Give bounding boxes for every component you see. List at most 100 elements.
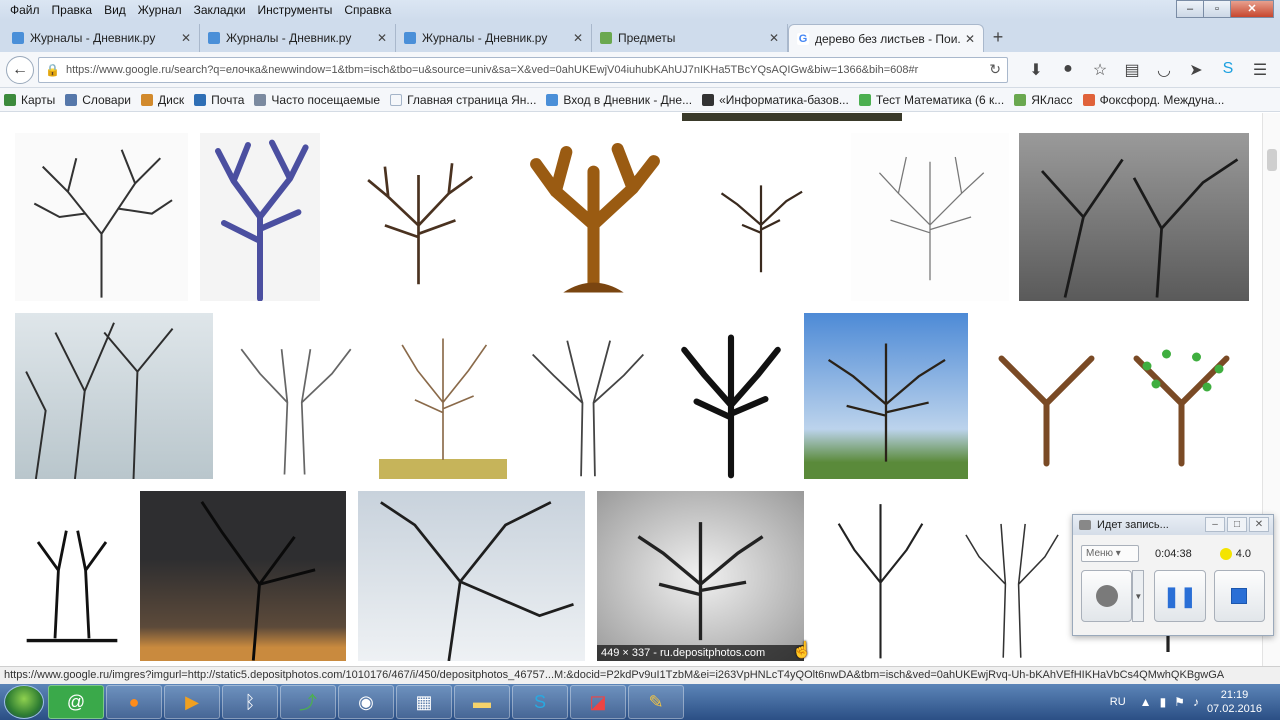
- image-result[interactable]: [851, 133, 1009, 301]
- image-result[interactable]: [379, 313, 507, 479]
- bookmark-foxford[interactable]: Фоксфорд. Междуна...: [1082, 93, 1224, 107]
- image-result[interactable]: [518, 133, 669, 301]
- chart-app-icon[interactable]: ⤴: [280, 685, 336, 719]
- image-result[interactable]: [815, 491, 946, 661]
- recorder-close-button[interactable]: ✕: [1249, 517, 1269, 532]
- recorder-menu-dropdown[interactable]: Меню ▾: [1081, 545, 1139, 562]
- scrollbar-thumb[interactable]: [1267, 149, 1277, 171]
- image-result[interactable]: [979, 318, 1249, 474]
- chat-icon[interactable]: ●: [1052, 60, 1084, 80]
- menu-bookmarks[interactable]: Закладки: [188, 3, 252, 17]
- wifi-icon[interactable]: ◉: [338, 685, 394, 719]
- image-result[interactable]: 449 × 337 - ru.depositphotos.com: [597, 491, 804, 661]
- recorder-minimize-button[interactable]: –: [1205, 517, 1225, 532]
- image-result[interactable]: [669, 313, 793, 479]
- start-button[interactable]: [4, 685, 44, 719]
- mail-agent-icon[interactable]: @: [48, 685, 104, 719]
- system-tray: RU ▲ ▮ ⚑ ♪ 21:19 07.02.2016: [1110, 684, 1280, 720]
- bookmark-yaklass[interactable]: ЯКласс: [1014, 93, 1073, 107]
- presentation-icon[interactable]: ◪: [570, 685, 626, 719]
- stop-button[interactable]: [1213, 570, 1265, 622]
- menu-help[interactable]: Справка: [338, 3, 397, 17]
- menu-view[interactable]: Вид: [98, 3, 132, 17]
- bookmark-informatika[interactable]: «Информатика-базов...: [702, 93, 849, 107]
- close-tab-icon[interactable]: ✕: [965, 32, 975, 46]
- image-result[interactable]: [15, 133, 188, 301]
- image-result[interactable]: [140, 491, 346, 661]
- bookmark-math-test[interactable]: Тест Математика (6 к...: [858, 93, 1004, 107]
- firefox-icon[interactable]: ●: [106, 685, 162, 719]
- recorder-maximize-button[interactable]: □: [1227, 517, 1247, 532]
- bookmark-star-icon[interactable]: ☆: [1084, 60, 1116, 80]
- url-text[interactable]: https://www.google.ru/search?q=елочка&ne…: [66, 64, 989, 76]
- image-result[interactable]: [682, 113, 902, 121]
- video-player-icon[interactable]: ▶: [164, 685, 220, 719]
- pocket-icon[interactable]: ◡: [1148, 60, 1180, 80]
- bookmark-label: Диск: [157, 92, 185, 107]
- tab-dnevnik-3[interactable]: Журналы - Дневник.ру ✕: [396, 24, 592, 52]
- bluetooth-icon[interactable]: ᛒ: [222, 685, 278, 719]
- send-icon[interactable]: ➤: [1180, 60, 1212, 80]
- back-button[interactable]: ←: [6, 55, 34, 84]
- bookmark-disk[interactable]: Диск: [140, 92, 185, 107]
- bookmark-dnevnik-login[interactable]: Вход в Дневник - Дне...: [546, 93, 692, 107]
- network-icon[interactable]: ▮: [1160, 695, 1167, 709]
- minimize-button[interactable]: ‒: [1176, 0, 1204, 18]
- tab-subjects[interactable]: Предметы ✕: [592, 24, 788, 52]
- image-result[interactable]: [15, 491, 129, 661]
- close-tab-icon[interactable]: ✕: [769, 31, 779, 45]
- image-result[interactable]: [15, 313, 213, 479]
- reload-icon[interactable]: ↻: [989, 61, 1001, 78]
- close-window-button[interactable]: ✕: [1230, 0, 1274, 18]
- paint-icon[interactable]: ✎: [628, 685, 684, 719]
- navigation-bar: ← 🔒 https://www.google.ru/search?q=елочк…: [0, 52, 1280, 88]
- bookmark-mail[interactable]: Почта: [194, 93, 244, 107]
- tab-dnevnik-1[interactable]: Журналы - Дневник.ру ✕: [4, 24, 200, 52]
- clock[interactable]: 21:19 07.02.2016: [1207, 688, 1262, 716]
- menu-icon[interactable]: ☰: [1244, 60, 1276, 80]
- image-result[interactable]: [518, 313, 658, 479]
- image-result[interactable]: [358, 491, 585, 661]
- pause-button[interactable]: ❚❚: [1154, 570, 1206, 622]
- tab-dnevnik-2[interactable]: Журналы - Дневник.ру ✕: [200, 24, 396, 52]
- image-result[interactable]: [957, 491, 1067, 661]
- image-result[interactable]: [1019, 133, 1249, 301]
- reading-list-icon[interactable]: ▤: [1116, 60, 1148, 80]
- image-result[interactable]: [682, 133, 840, 301]
- bookmark-most-visited[interactable]: Часто посещаемые: [254, 93, 380, 107]
- tray-arrow-icon[interactable]: ▲: [1140, 695, 1152, 709]
- folder-icon[interactable]: ▬: [454, 685, 510, 719]
- close-tab-icon[interactable]: ✕: [377, 31, 387, 45]
- download-icon[interactable]: ⬇: [1020, 60, 1052, 80]
- recorder-title-bar[interactable]: Идет запись... – □ ✕: [1073, 515, 1273, 535]
- menu-edit[interactable]: Правка: [46, 3, 99, 17]
- bookmark-dictionaries[interactable]: Словари: [65, 93, 131, 107]
- bookmark-label: Почта: [211, 92, 245, 107]
- dictionary-icon: [65, 93, 78, 106]
- menu-file[interactable]: Файл: [4, 3, 46, 17]
- bookmark-yandex-home[interactable]: Главная страница Ян...: [390, 93, 536, 107]
- image-result[interactable]: [200, 133, 320, 301]
- flag-icon[interactable]: ⚑: [1174, 695, 1185, 709]
- close-tab-icon[interactable]: ✕: [181, 31, 191, 45]
- image-result[interactable]: [331, 133, 506, 301]
- yaklass-icon: [1014, 93, 1027, 106]
- image-result[interactable]: [224, 313, 368, 479]
- close-tab-icon[interactable]: ✕: [573, 31, 583, 45]
- new-tab-button[interactable]: +: [984, 24, 1012, 52]
- image-result[interactable]: [804, 313, 968, 479]
- menu-tools[interactable]: Инструменты: [252, 3, 339, 17]
- bookmark-maps[interactable]: Карты: [4, 93, 55, 107]
- record-options-dropdown[interactable]: ▼: [1132, 570, 1145, 622]
- dnevnik-icon: [12, 32, 24, 44]
- maximize-button[interactable]: ▫: [1203, 0, 1231, 18]
- language-indicator[interactable]: RU: [1110, 696, 1126, 708]
- volume-icon[interactable]: ♪: [1193, 695, 1199, 709]
- menu-history[interactable]: Журнал: [132, 3, 188, 17]
- tab-google-search[interactable]: G дерево без листьев - Пои... ✕: [788, 24, 984, 52]
- skype-icon[interactable]: S: [512, 685, 568, 719]
- record-button[interactable]: [1081, 570, 1133, 622]
- calendar-icon[interactable]: ▦: [396, 685, 452, 719]
- url-bar[interactable]: 🔒 https://www.google.ru/search?q=елочка&…: [38, 56, 1008, 83]
- skype-icon[interactable]: S: [1212, 60, 1244, 80]
